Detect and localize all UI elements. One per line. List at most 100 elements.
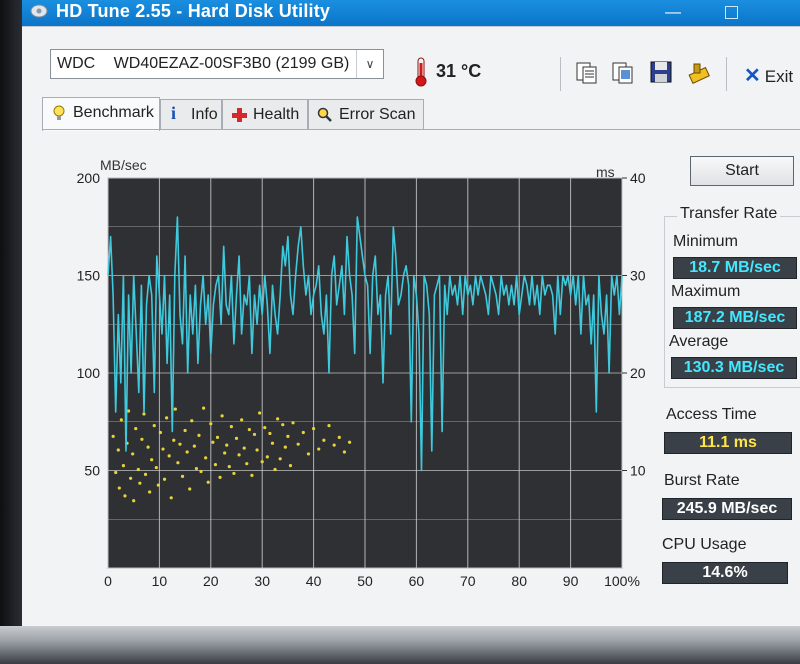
access-time-point xyxy=(148,490,152,494)
access-time-point xyxy=(273,467,277,472)
access-time-point xyxy=(192,444,196,448)
access-time-point xyxy=(234,436,239,440)
access-time-point xyxy=(232,471,236,476)
tab-label: Info xyxy=(191,106,218,123)
access-time-point xyxy=(220,414,224,418)
chevron-down-icon[interactable]: ∨ xyxy=(356,50,383,78)
minimum-label: Minimum xyxy=(673,233,738,250)
tab-benchmark[interactable]: Benchmark xyxy=(42,97,160,131)
access-time-point xyxy=(150,458,154,462)
drive-select[interactable]: WDC WD40EZAZ-00SF3B0 (2199 GB) ∨ xyxy=(50,49,384,79)
exit-button[interactable]: ✕ Exit xyxy=(744,63,793,88)
access-time-point xyxy=(143,472,148,476)
y2-tick-label: 30 xyxy=(630,268,646,284)
access-time-point xyxy=(117,486,121,490)
x-tick-label: 90 xyxy=(563,573,579,589)
access-time-point xyxy=(263,426,267,430)
tab-label: Error Scan xyxy=(339,106,416,123)
info-icon: i xyxy=(171,103,177,123)
x-tick-label: 80 xyxy=(511,573,527,589)
x-tick-label: 60 xyxy=(409,573,425,589)
access-time-point xyxy=(123,494,127,498)
access-time-point xyxy=(225,443,229,447)
y2-tick-label: 40 xyxy=(630,170,646,186)
access-time-point xyxy=(312,426,316,431)
access-time-point xyxy=(131,452,135,456)
monitor-bezel-left xyxy=(0,0,22,664)
access-time-point xyxy=(250,473,254,477)
lightbulb-icon xyxy=(53,105,65,120)
average-value: 130.3 MB/sec xyxy=(671,357,797,379)
access-time-point xyxy=(197,433,201,437)
access-time-point xyxy=(132,499,136,503)
access-time-point xyxy=(169,496,173,500)
y2-tick-label: 10 xyxy=(630,463,646,479)
burst-rate-label: Burst Rate xyxy=(664,472,740,489)
access-time-point xyxy=(322,438,326,442)
access-time-point xyxy=(255,448,259,452)
maximize-button[interactable] xyxy=(708,0,754,26)
maximize-icon xyxy=(724,6,738,20)
access-time-point xyxy=(206,480,210,484)
options-button[interactable] xyxy=(686,59,714,87)
benchmark-chart: MB/sec ms 0 10 20 30 40 50 60 70 80 90 100%2001501… xyxy=(77,157,646,589)
access-time-point xyxy=(270,441,275,445)
access-time-point xyxy=(178,442,182,446)
start-button[interactable]: Start xyxy=(690,156,794,186)
access-time-point xyxy=(317,447,321,451)
access-time-point xyxy=(247,427,251,432)
access-time-point xyxy=(258,411,262,415)
y-tick-label: 200 xyxy=(77,170,101,186)
temperature-value: 31 °C xyxy=(436,61,482,81)
tab-error-scan[interactable]: Error Scan xyxy=(308,99,424,129)
tab-label: Health xyxy=(253,106,300,123)
access-time-point xyxy=(260,460,264,464)
x-tick-label: 40 xyxy=(306,573,322,589)
y-axis-label: MB/sec xyxy=(100,157,147,173)
access-time-point xyxy=(332,443,336,447)
access-time-point xyxy=(347,440,352,444)
access-time-point xyxy=(199,469,203,474)
access-time-point xyxy=(229,425,233,429)
monitor-bezel-bottom xyxy=(0,626,800,664)
access-time-point xyxy=(167,454,171,458)
close-icon: ✕ xyxy=(744,65,761,87)
access-time-point xyxy=(158,430,163,435)
access-time-point xyxy=(188,487,192,491)
copy-screenshot-icon xyxy=(612,62,633,84)
access-time-point xyxy=(301,430,305,435)
access-time-point xyxy=(129,476,133,480)
access-time-point xyxy=(183,428,187,433)
x-tick-label: 70 xyxy=(460,573,476,589)
access-time-point xyxy=(134,426,138,431)
window-title: HD Tune 2.55 - Hard Disk Utility xyxy=(56,1,331,21)
main-content: WDC WD40EZAZ-00SF3B0 (2199 GB) ∨ 31 °C ✕… xyxy=(22,26,800,627)
access-time-point xyxy=(213,463,218,467)
access-time-point xyxy=(146,445,150,449)
access-time-point xyxy=(119,418,123,422)
access-time-point xyxy=(227,465,231,469)
minimize-button[interactable]: — xyxy=(650,0,696,26)
tab-info[interactable]: i Info xyxy=(160,99,222,129)
access-time-point xyxy=(283,445,287,449)
access-time-point xyxy=(209,422,213,426)
drive-brand: WDC xyxy=(57,55,96,72)
x-tick-label: 0 xyxy=(104,573,112,589)
access-time-point xyxy=(116,448,120,452)
access-time-point xyxy=(218,475,222,479)
save-icon xyxy=(650,61,672,83)
save-button[interactable] xyxy=(648,59,676,87)
copy-text-button[interactable] xyxy=(574,59,602,87)
copy-screenshot-button[interactable] xyxy=(610,59,638,87)
x-tick-label: 50 xyxy=(357,573,373,589)
access-time-point xyxy=(276,417,280,421)
access-time-point xyxy=(327,424,331,428)
access-time-point xyxy=(190,419,194,423)
tab-health[interactable]: Health xyxy=(222,99,308,129)
title-bar[interactable]: HD Tune 2.55 - Hard Disk Utility — xyxy=(22,0,800,26)
access-time-point xyxy=(288,464,293,468)
access-time-point xyxy=(342,450,347,454)
copy-text-icon xyxy=(576,62,597,84)
access-time-point xyxy=(204,456,208,460)
access-time-point xyxy=(140,437,144,441)
